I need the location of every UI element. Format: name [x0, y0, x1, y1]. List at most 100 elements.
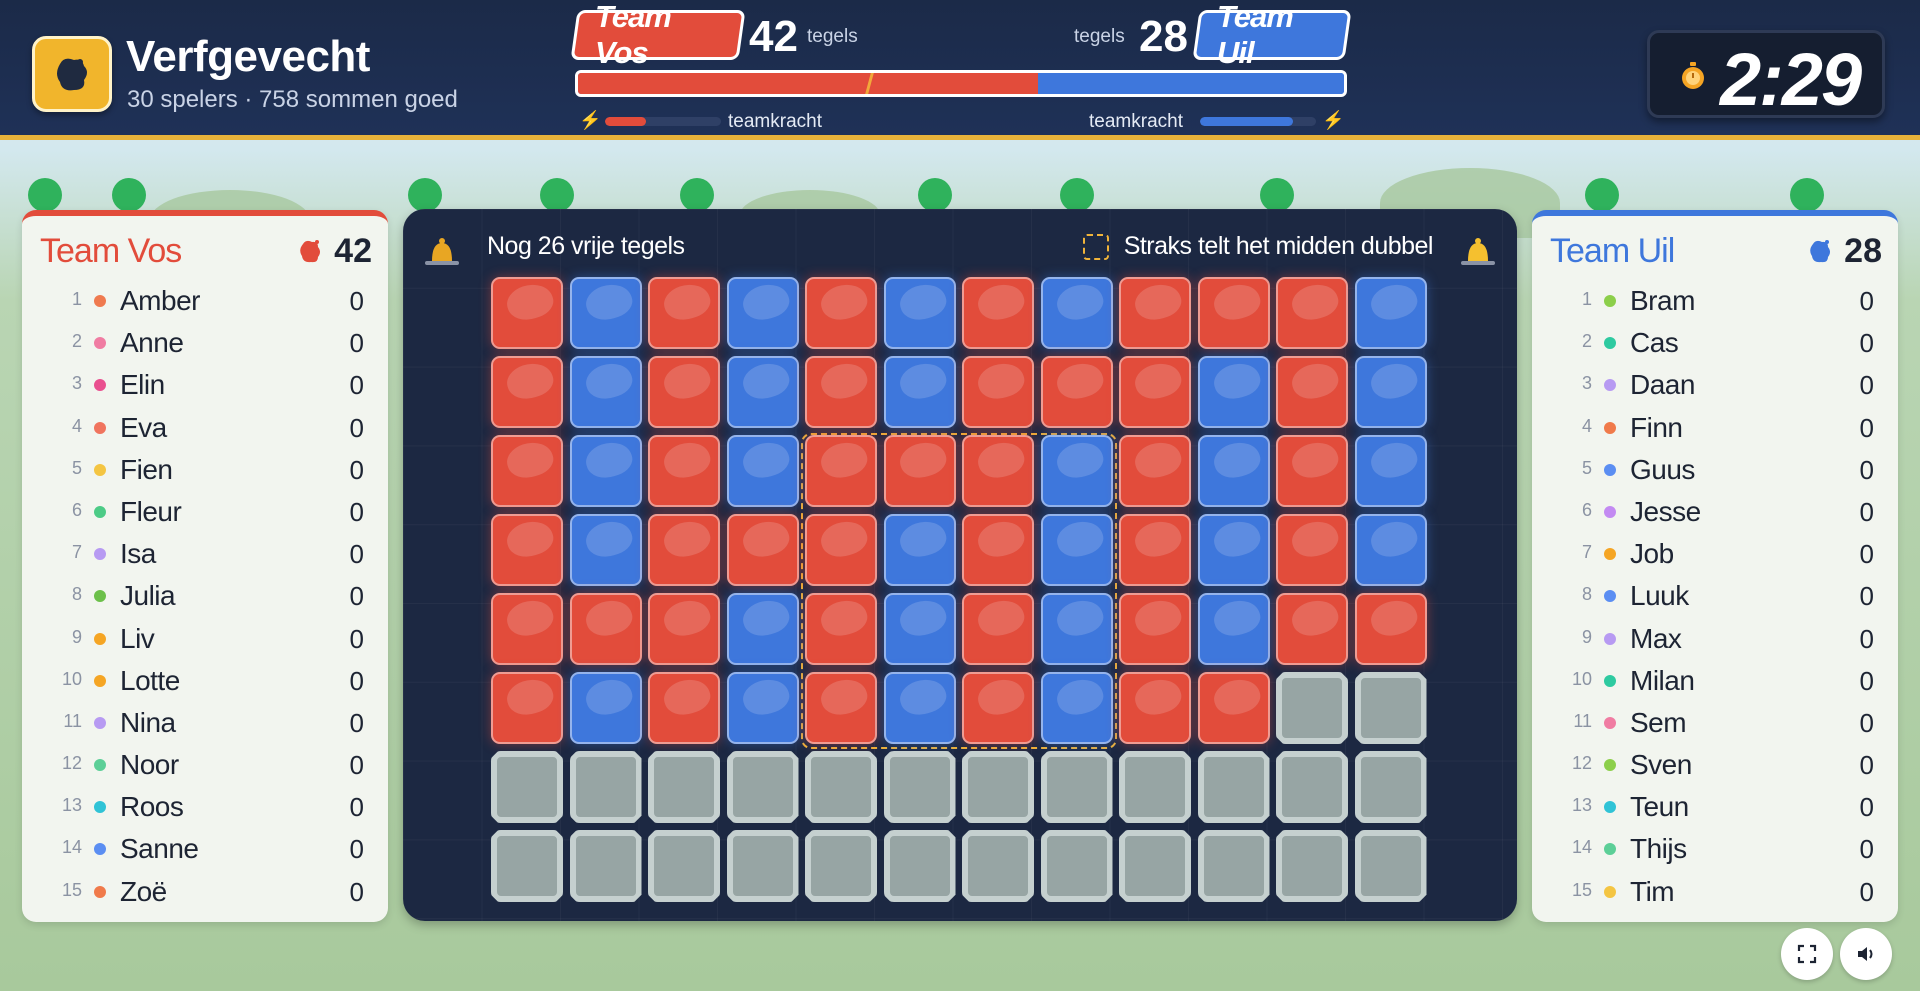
player-score: 0 [1859, 581, 1874, 612]
player-row: 14 Sanne 0 [22, 827, 388, 869]
tile-team-vos [1276, 514, 1348, 586]
tile-team-uil [1197, 593, 1270, 665]
app-title: Verfgevecht [126, 32, 370, 81]
player-color-dot [94, 590, 106, 603]
player-name: Teun [1630, 791, 1689, 823]
tile-free [726, 751, 799, 823]
tile-free [1040, 830, 1113, 902]
player-score: 0 [349, 496, 364, 527]
player-score: 0 [349, 328, 364, 359]
player-name: Tim [1630, 875, 1675, 907]
paint-blob-icon [1810, 240, 1830, 263]
player-score: 0 [349, 286, 364, 316]
tile-team-uil [1040, 277, 1113, 349]
team-vos-power-bar [605, 117, 721, 126]
player-rank: 8 [1581, 584, 1592, 605]
tile-team-vos [805, 593, 877, 665]
player-score: 0 [1859, 539, 1874, 570]
player-color-dot [94, 379, 106, 392]
tile-team-vos [962, 435, 1034, 507]
player-name: Fien [120, 453, 173, 485]
player-row: 12 Sven 0 [1532, 743, 1898, 785]
player-color-dot [1604, 337, 1616, 350]
round-timer: 2:29 [1647, 30, 1885, 121]
tile-team-vos [491, 672, 563, 744]
timer-value: 2:29 [1720, 38, 1862, 121]
scenery-tree [540, 178, 574, 212]
tile-team-vos [1354, 593, 1427, 665]
player-row: 4 Finn 0 [1532, 406, 1898, 448]
tile-team-uil [1197, 435, 1270, 507]
tile-team-uil [1040, 593, 1113, 665]
player-score: 0 [1859, 454, 1874, 485]
player-row: 2 Anne 0 [22, 321, 388, 363]
player-row: 3 Daan 0 [1532, 363, 1898, 405]
tile-team-vos [883, 435, 956, 507]
tile-team-vos [491, 593, 563, 665]
tile-team-uil [883, 277, 956, 349]
fullscreen-button[interactable] [1781, 928, 1833, 980]
tile-team-uil [569, 356, 642, 428]
tile-free [1354, 751, 1427, 823]
tile-team-vos [491, 514, 563, 586]
tile-grid [491, 277, 1431, 907]
tile-team-uil [569, 277, 642, 349]
player-row: 9 Max 0 [1532, 617, 1898, 659]
player-name: Isa [120, 538, 156, 570]
tile-free [648, 751, 720, 823]
player-score: 0 [349, 412, 364, 443]
panel-header: Team Uil 28 [1532, 216, 1898, 276]
player-row: 13 Roos 0 [22, 785, 388, 827]
player-row: 7 Job 0 [1532, 532, 1898, 574]
player-row: 15 Zoë 0 [22, 870, 388, 912]
tile-free [1354, 830, 1427, 902]
player-rank: 3 [1581, 373, 1592, 394]
player-name: Noor [120, 749, 179, 781]
player-name: Nina [120, 706, 176, 738]
player-score: 0 [349, 876, 364, 907]
player-rank: 2 [1581, 331, 1592, 352]
player-name: Amber [120, 285, 200, 316]
player-score: 0 [1859, 707, 1874, 738]
tile-free [1354, 672, 1427, 744]
team-uil-power-label: teamkracht [1089, 111, 1183, 132]
player-rank: 3 [71, 373, 82, 394]
lightning-icon: ⚡ [579, 110, 602, 130]
player-name: Jesse [1630, 495, 1701, 527]
tile-team-vos [805, 277, 877, 349]
tile-team-vos [1119, 277, 1191, 349]
tile-team-uil [1040, 435, 1113, 507]
paint-blob-icon [57, 58, 87, 91]
player-rank: 2 [71, 331, 82, 352]
player-color-dot [94, 716, 106, 729]
tile-team-vos [1276, 356, 1348, 428]
player-score: 0 [1859, 834, 1874, 865]
game-board: Nog 26 vrije tegels Straks telt het midd… [403, 209, 1517, 921]
tile-free [1197, 751, 1270, 823]
player-rank: 15 [1571, 879, 1592, 900]
player-score: 0 [349, 370, 364, 401]
player-color-dot [94, 801, 106, 814]
tile-team-vos [491, 356, 563, 428]
player-rank: 9 [1581, 626, 1592, 647]
sound-toggle-button[interactable] [1840, 928, 1892, 980]
player-score: 0 [1859, 792, 1874, 823]
player-name: Max [1630, 622, 1682, 654]
team-uil-tag: Team Uil [1192, 0, 1352, 70]
tile-free [569, 830, 642, 902]
player-name: Thijs [1630, 833, 1687, 865]
player-score: 0 [349, 581, 364, 612]
player-row: 10 Lotte 0 [22, 659, 388, 701]
player-name: Lotte [120, 664, 180, 696]
tile-free [569, 751, 642, 823]
tile-team-vos [491, 435, 563, 507]
player-name: Guus [1630, 453, 1695, 485]
player-rank: 4 [1581, 415, 1592, 436]
player-color-dot [94, 674, 106, 687]
player-name: Eva [120, 411, 167, 443]
speaker-icon [1858, 947, 1873, 961]
tile-team-uil [1197, 514, 1270, 586]
team-vos-tag: Team Vos [570, 0, 746, 70]
tile-free [1276, 830, 1348, 902]
scenery-tree [1790, 178, 1824, 212]
